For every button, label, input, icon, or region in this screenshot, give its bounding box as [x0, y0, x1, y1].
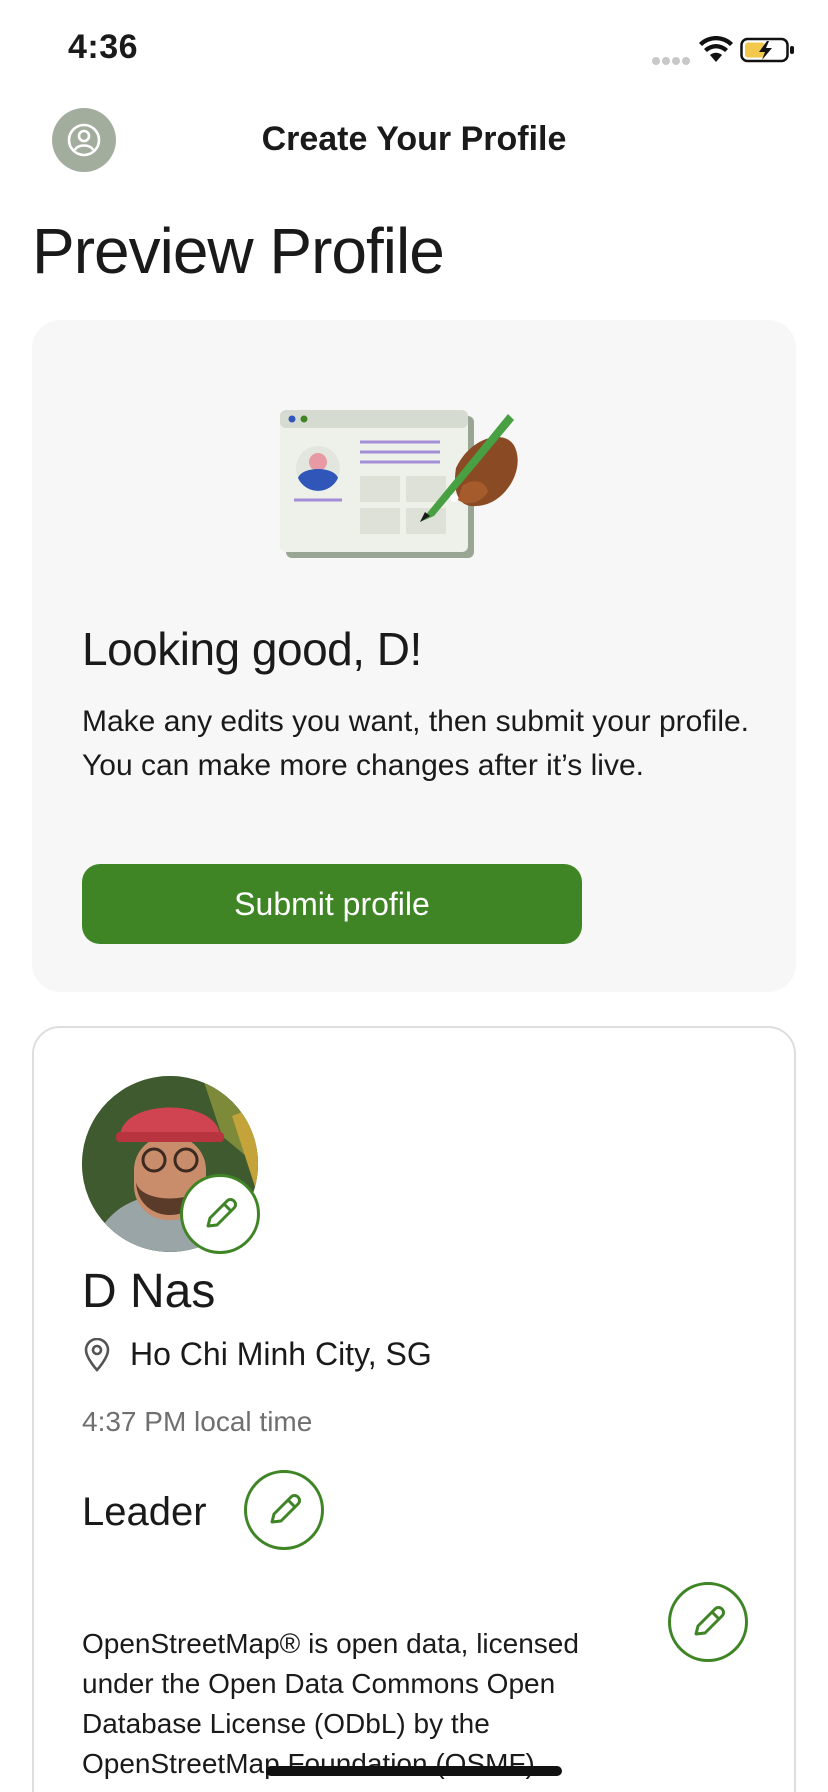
location-pin-icon	[84, 1337, 110, 1372]
page-title: Preview Profile	[32, 215, 445, 287]
header-title: Create Your Profile	[261, 120, 567, 158]
home-indicator	[266, 1766, 562, 1776]
preview-card: Looking good, D! Make any edits you want…	[32, 320, 796, 992]
submit-profile-button[interactable]: Submit profile	[82, 864, 582, 944]
edit-role-button[interactable]	[244, 1470, 324, 1550]
battery-charging-icon	[740, 37, 794, 63]
card-description: Make any edits you want, then submit you…	[82, 705, 750, 782]
pencil-icon	[206, 1198, 237, 1228]
edit-photo-button[interactable]	[180, 1174, 260, 1254]
map-attribution: OpenStreetMap® is open data, licensed un…	[82, 1628, 579, 1779]
profile-illustration	[280, 410, 518, 558]
header: Create Your Profile	[0, 100, 828, 180]
profile-name: D Nas	[82, 1265, 216, 1318]
local-time: 4:37 PM local time	[82, 1406, 313, 1437]
card-heading: Looking good, D!	[82, 623, 422, 675]
edit-location-button[interactable]	[668, 1582, 748, 1662]
profile-role: Leader	[82, 1490, 207, 1534]
status-time: 4:36	[68, 28, 139, 66]
pencil-icon	[270, 1494, 301, 1524]
location-text: Ho Chi Minh City, SG	[130, 1336, 432, 1372]
screen: 4:36 Create Your Profile Preview Profile	[0, 0, 828, 1792]
pencil-icon	[694, 1606, 725, 1636]
location-row: Ho Chi Minh City, SG	[82, 1336, 432, 1373]
status-bar: 4:36	[0, 0, 828, 90]
profile-card: D Nas Ho Chi Minh City, SG 4:37 PM local…	[32, 1026, 796, 1792]
wifi-icon	[699, 36, 733, 62]
signal-icon	[652, 52, 692, 65]
